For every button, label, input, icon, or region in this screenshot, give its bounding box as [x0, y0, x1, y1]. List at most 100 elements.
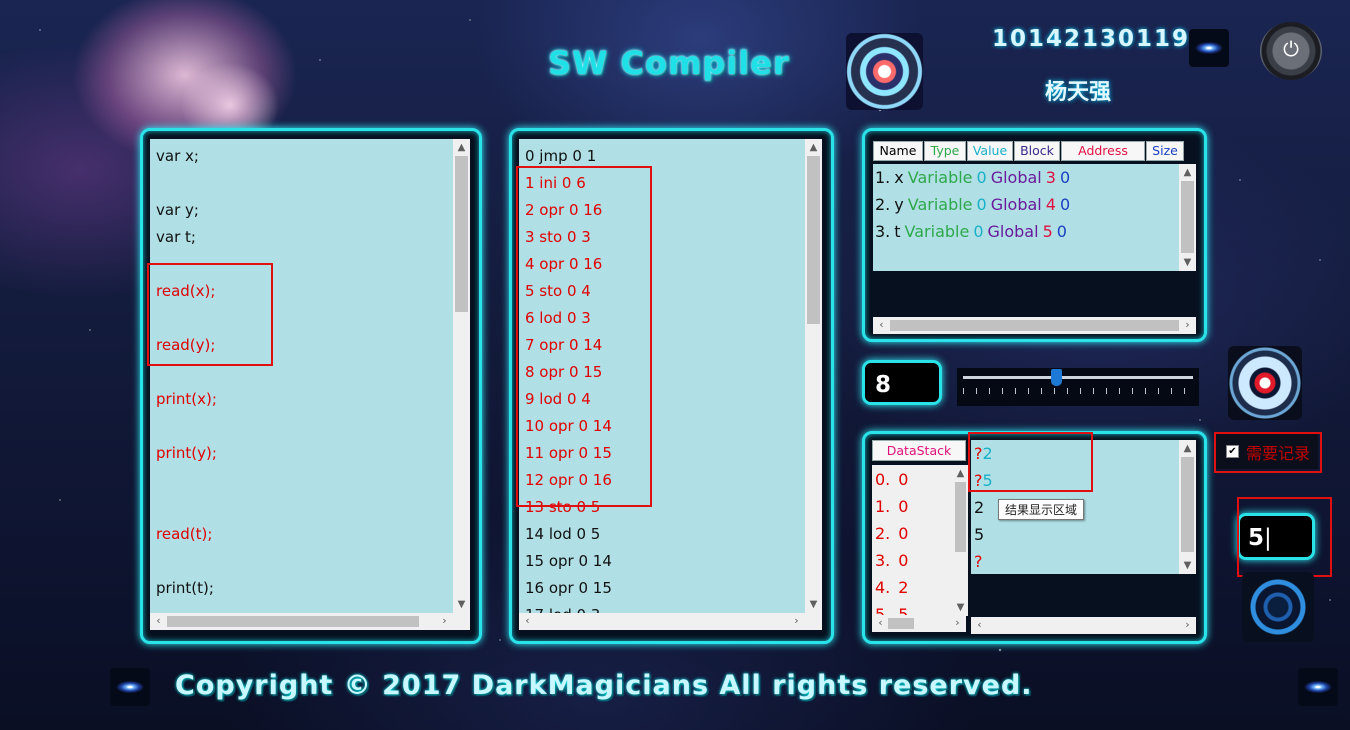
- output-prompt: ?: [974, 471, 983, 490]
- output-empty: [971, 574, 1196, 617]
- scroll-thumb[interactable]: [167, 616, 419, 627]
- scroll-down-icon[interactable]: ▼: [453, 596, 470, 613]
- app-title: SW Compiler: [548, 44, 790, 82]
- power-button[interactable]: ⏻: [1260, 22, 1322, 80]
- symbol-index: 1.: [875, 168, 891, 187]
- output-line: ?2: [971, 440, 1196, 467]
- scroll-down-icon[interactable]: ▼: [953, 599, 968, 616]
- pcode-hscroll[interactable]: ‹ ›: [519, 613, 822, 630]
- scroll-thumb[interactable]: [955, 482, 966, 552]
- scroll-left-icon[interactable]: ‹: [519, 613, 536, 630]
- source-line: read(y);: [156, 336, 216, 354]
- power-icon: ⏻: [1283, 37, 1299, 61]
- symbol-row[interactable]: 1. x Variable 0 Global 3 0: [873, 164, 1196, 191]
- source-line: var t;: [156, 228, 196, 246]
- source-editor[interactable]: var x; var y; var t; read(x); read(y); print(…: [150, 139, 470, 630]
- scroll-up-icon[interactable]: ▲: [1179, 164, 1196, 181]
- output-tooltip: 结果显示区域: [998, 499, 1085, 520]
- symbol-table-empty: [873, 271, 1196, 317]
- scroll-left-icon[interactable]: ‹: [872, 615, 889, 632]
- source-line: var y;: [156, 201, 199, 219]
- col-type[interactable]: Type: [924, 141, 966, 161]
- scroll-thumb[interactable]: [807, 156, 820, 324]
- source-vscroll[interactable]: ▲ ▼: [453, 139, 470, 613]
- symbol-table-body: 1. x Variable 0 Global 3 0 2. y Variable 0 Global 4 0…: [873, 164, 1196, 271]
- source-line: read(x);: [156, 282, 216, 300]
- scroll-up-icon[interactable]: ▲: [805, 139, 822, 156]
- col-block[interactable]: Block: [1014, 141, 1060, 161]
- record-checkbox[interactable]: ✔: [1226, 445, 1239, 458]
- output-line: ?5: [971, 467, 1196, 494]
- scroll-down-icon[interactable]: ▼: [1179, 254, 1196, 271]
- scroll-right-icon[interactable]: ›: [1179, 617, 1196, 634]
- source-line: [156, 413, 217, 440]
- scroll-left-icon[interactable]: ‹: [873, 317, 890, 334]
- scroll-up-icon[interactable]: ▲: [1179, 440, 1196, 457]
- symbol-value: 0: [976, 168, 987, 187]
- scroll-down-icon[interactable]: ▼: [805, 596, 822, 613]
- symbol-address: 4: [1045, 195, 1056, 214]
- run-orb-icon[interactable]: [1228, 346, 1302, 420]
- radar-orb-icon[interactable]: [1242, 572, 1314, 642]
- stack-vscroll[interactable]: ▲ ▼: [953, 465, 968, 616]
- input-value-box[interactable]: 5|: [1237, 513, 1315, 560]
- pcode-line: 13 sto 0 5: [525, 498, 601, 516]
- symbol-hscroll[interactable]: ‹ ›: [873, 317, 1196, 334]
- source-line: [156, 467, 217, 494]
- symbol-name: x: [894, 168, 904, 187]
- stack-index: 2.: [875, 524, 891, 543]
- pcode-line: 8 opr 0 15: [525, 363, 603, 381]
- scroll-thumb[interactable]: [888, 618, 914, 629]
- scroll-right-icon[interactable]: ›: [949, 615, 966, 632]
- symbol-block: Global: [990, 168, 1042, 187]
- col-size[interactable]: Size: [1146, 141, 1184, 161]
- scroll-left-icon[interactable]: ‹: [150, 613, 167, 630]
- symbol-vscroll[interactable]: ▲ ▼: [1179, 164, 1196, 271]
- col-value[interactable]: Value: [967, 141, 1013, 161]
- symbol-row[interactable]: 2. y Variable 0 Global 4 0: [873, 191, 1196, 218]
- record-option[interactable]: ✔ 需要记录: [1216, 434, 1318, 469]
- star-icon: [110, 668, 150, 706]
- source-lines: var x; var y; var t; read(x); read(y); print(…: [156, 143, 217, 602]
- symbol-name: t: [894, 222, 901, 241]
- compile-orb-icon[interactable]: [846, 33, 923, 110]
- output-prompt: ?: [974, 444, 983, 463]
- speed-slider[interactable]: [957, 368, 1199, 406]
- scroll-down-icon[interactable]: ▼: [1179, 557, 1196, 574]
- stack-index: 4.: [875, 578, 891, 597]
- symbol-index: 2.: [875, 195, 891, 214]
- slider-knob[interactable]: [1051, 369, 1062, 386]
- scroll-thumb[interactable]: [1181, 181, 1194, 253]
- scroll-up-icon[interactable]: ▲: [953, 465, 968, 482]
- symbol-size: 0: [1056, 222, 1067, 241]
- scroll-left-icon[interactable]: ‹: [971, 617, 988, 634]
- symbol-type: Variable: [907, 168, 973, 187]
- stack-hscroll[interactable]: ‹ ›: [872, 615, 966, 632]
- stack-value: 0: [898, 524, 909, 543]
- scroll-thumb[interactable]: [455, 156, 468, 312]
- pcode-view[interactable]: 0 jmp 0 1 1 ini 0 6 2 opr 0 16 3 sto 0 3 4 o…: [519, 139, 822, 630]
- datastack-list[interactable]: 0. 0 1. 0 2. 0 3. 0 4. 2 5. 5 ▲ ▼: [872, 465, 968, 616]
- source-hscroll[interactable]: ‹ ›: [150, 613, 470, 630]
- speed-value-box[interactable]: 8: [862, 360, 942, 405]
- star-icon: [1298, 668, 1338, 706]
- datastack-header[interactable]: DataStack: [872, 440, 966, 461]
- scroll-up-icon[interactable]: ▲: [453, 139, 470, 156]
- symbol-address: 3: [1045, 168, 1056, 187]
- output-hscroll[interactable]: ‹ ›: [971, 617, 1196, 634]
- stack-value: 2: [898, 578, 909, 597]
- col-name[interactable]: Name: [873, 141, 923, 161]
- pcode-line: 2 opr 0 16: [525, 201, 603, 219]
- stack-value: 0: [898, 470, 909, 489]
- scroll-right-icon[interactable]: ›: [788, 613, 805, 630]
- scroll-right-icon[interactable]: ›: [436, 613, 453, 630]
- pcode-vscroll[interactable]: ▲ ▼: [805, 139, 822, 613]
- col-address[interactable]: Address: [1061, 141, 1145, 161]
- symbol-row[interactable]: 3. t Variable 0 Global 5 0: [873, 218, 1196, 245]
- scroll-thumb[interactable]: [1181, 457, 1194, 552]
- copyright-text: Copyright © 2017 DarkMagicians All right…: [175, 670, 1033, 701]
- scroll-right-icon[interactable]: ›: [1179, 317, 1196, 334]
- scroll-thumb[interactable]: [890, 320, 1179, 331]
- symbol-address: 5: [1042, 222, 1053, 241]
- output-vscroll[interactable]: ▲ ▼: [1179, 440, 1196, 574]
